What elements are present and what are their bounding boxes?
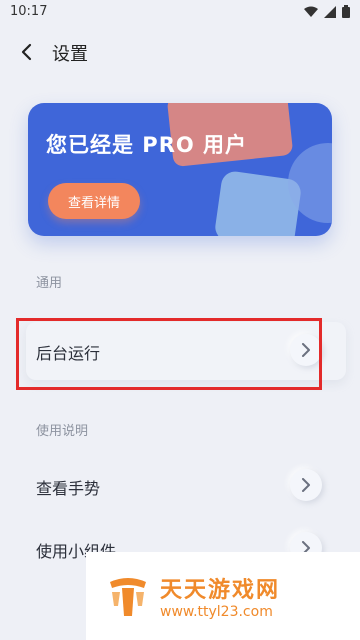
view-details-button[interactable]: 查看详情 (48, 183, 140, 219)
section-label-general: 通用 (36, 276, 63, 291)
page-title: 设置 (52, 44, 88, 65)
section-label-instructions: 使用说明 (36, 424, 89, 439)
watermark: 天天游戏网 www.ttyl23.com (86, 552, 360, 640)
back-arrow-icon (21, 43, 32, 61)
pro-title: 您已经是 PRO 用户 (46, 133, 248, 157)
back-button[interactable] (12, 38, 40, 66)
pro-card: 您已经是 PRO 用户 查看详情 (28, 103, 332, 236)
highlight-box (16, 318, 322, 390)
watermark-logo-icon (110, 578, 146, 616)
status-bar: 10:17 (0, 0, 360, 24)
chevron-right-icon (302, 478, 310, 492)
watermark-url: www.ttyl23.com (160, 604, 273, 620)
app-bar: 设置 (0, 28, 360, 76)
chevron-button (290, 469, 322, 501)
status-icons (304, 5, 350, 18)
watermark-name: 天天游戏网 (160, 578, 281, 603)
row-label: 查看手势 (36, 479, 101, 498)
signal-icon (324, 5, 336, 18)
wifi-icon (304, 6, 318, 17)
status-time: 10:17 (10, 4, 48, 19)
battery-icon (342, 5, 350, 18)
row-view-gestures[interactable]: 查看手势 (0, 457, 360, 513)
watermark-text: 天天游戏网 www.ttyl23.com (160, 572, 280, 620)
